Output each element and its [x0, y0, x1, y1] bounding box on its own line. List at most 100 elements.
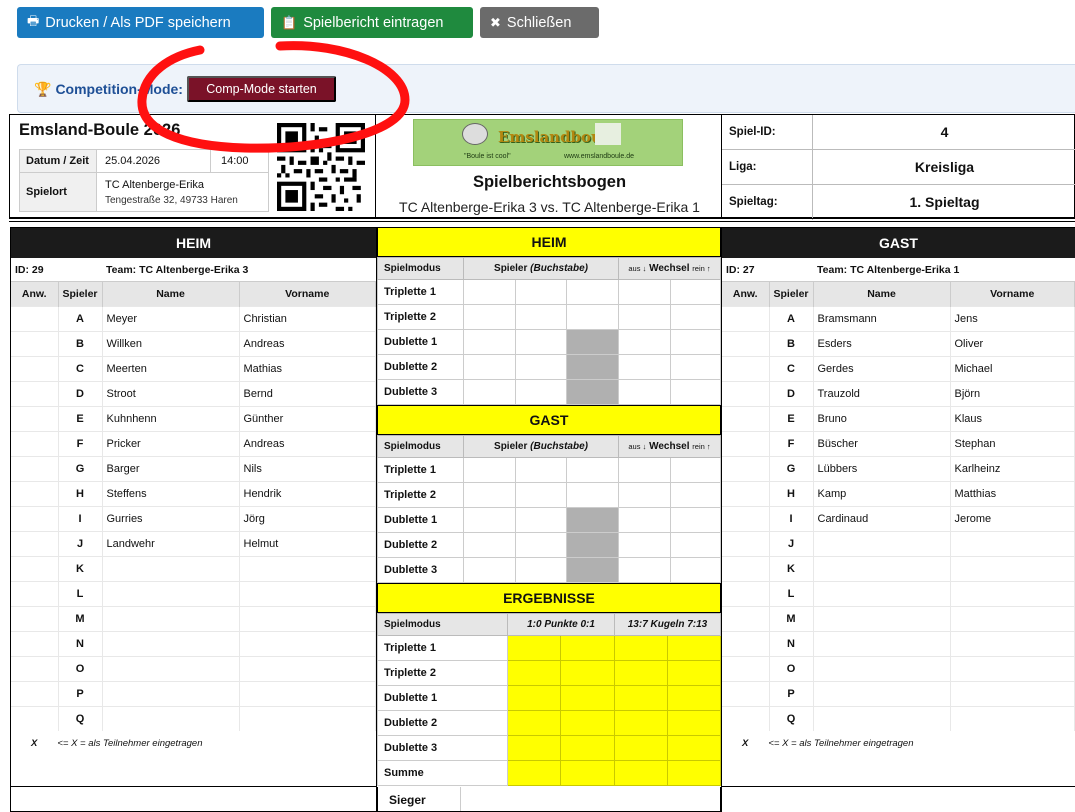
presence-cell[interactable]: [722, 330, 770, 356]
points-guest-cell[interactable]: [560, 635, 615, 661]
presence-cell[interactable]: [11, 380, 59, 406]
presence-cell[interactable]: [722, 555, 770, 581]
player-cell[interactable]: [463, 304, 516, 330]
player-cell[interactable]: [463, 279, 516, 305]
presence-cell[interactable]: [722, 480, 770, 506]
player-cell[interactable]: [565, 457, 620, 483]
presence-cell[interactable]: [11, 530, 59, 556]
player-cell[interactable]: [515, 457, 567, 483]
presence-cell[interactable]: [11, 505, 59, 531]
points-home-cell[interactable]: [507, 735, 561, 761]
player-cell[interactable]: [463, 532, 516, 558]
player-cell[interactable]: [515, 532, 567, 558]
player-cell[interactable]: [515, 379, 567, 405]
balls-home-cell[interactable]: [614, 760, 668, 786]
comp-mode-start-button[interactable]: Comp-Mode starten: [187, 76, 336, 102]
presence-cell[interactable]: [11, 630, 59, 656]
presence-cell[interactable]: [11, 305, 59, 331]
sub-in-cell[interactable]: [670, 379, 721, 405]
sub-out-cell[interactable]: [618, 457, 672, 483]
sub-out-cell[interactable]: [618, 354, 672, 380]
points-guest-cell[interactable]: [560, 710, 615, 736]
presence-cell[interactable]: [722, 630, 770, 656]
balls-home-cell[interactable]: [614, 660, 668, 686]
presence-cell[interactable]: [11, 705, 59, 731]
presence-cell[interactable]: [722, 680, 770, 706]
presence-cell[interactable]: [11, 330, 59, 356]
presence-cell[interactable]: [722, 355, 770, 381]
close-button[interactable]: ✖ Schließen: [480, 7, 599, 38]
presence-cell[interactable]: [722, 430, 770, 456]
presence-cell[interactable]: [722, 505, 770, 531]
balls-guest-cell[interactable]: [667, 760, 721, 786]
player-cell[interactable]: [565, 482, 620, 508]
player-cell[interactable]: [463, 354, 516, 380]
balls-guest-cell[interactable]: [667, 685, 721, 711]
sub-out-cell[interactable]: [618, 482, 672, 508]
player-cell[interactable]: [463, 329, 516, 355]
sub-in-cell[interactable]: [670, 532, 721, 558]
balls-home-cell[interactable]: [614, 635, 668, 661]
sub-out-cell[interactable]: [618, 279, 672, 305]
sub-in-cell[interactable]: [670, 507, 721, 533]
presence-cell[interactable]: [11, 480, 59, 506]
player-cell[interactable]: [515, 304, 567, 330]
presence-cell[interactable]: [11, 455, 59, 481]
presence-cell[interactable]: [722, 580, 770, 606]
points-home-cell[interactable]: [507, 685, 561, 711]
sub-out-cell[interactable]: [618, 557, 672, 583]
sub-in-cell[interactable]: [670, 457, 721, 483]
presence-cell[interactable]: [11, 580, 59, 606]
presence-cell[interactable]: [722, 655, 770, 681]
balls-home-cell[interactable]: [614, 710, 668, 736]
presence-cell[interactable]: [11, 605, 59, 631]
presence-cell[interactable]: [11, 430, 59, 456]
player-cell[interactable]: [463, 557, 516, 583]
player-cell[interactable]: [515, 482, 567, 508]
player-cell[interactable]: [565, 279, 620, 305]
player-cell[interactable]: [515, 507, 567, 533]
player-cell[interactable]: [515, 557, 567, 583]
balls-guest-cell[interactable]: [667, 735, 721, 761]
sub-out-cell[interactable]: [618, 304, 672, 330]
points-home-cell[interactable]: [507, 760, 561, 786]
points-home-cell[interactable]: [507, 635, 561, 661]
sub-out-cell[interactable]: [618, 507, 672, 533]
balls-home-cell[interactable]: [614, 735, 668, 761]
presence-cell[interactable]: [11, 680, 59, 706]
presence-cell[interactable]: [722, 380, 770, 406]
print-pdf-button[interactable]: 🖶 Drucken / Als PDF speichern: [17, 7, 264, 38]
points-guest-cell[interactable]: [560, 735, 615, 761]
enter-report-button[interactable]: 📋 Spielbericht eintragen: [271, 7, 473, 38]
sub-in-cell[interactable]: [670, 304, 721, 330]
sub-in-cell[interactable]: [670, 557, 721, 583]
sub-in-cell[interactable]: [670, 279, 721, 305]
balls-guest-cell[interactable]: [667, 710, 721, 736]
presence-cell[interactable]: [722, 405, 770, 431]
presence-cell[interactable]: [722, 530, 770, 556]
balls-home-cell[interactable]: [614, 685, 668, 711]
points-guest-cell[interactable]: [560, 685, 615, 711]
presence-cell[interactable]: [722, 305, 770, 331]
winner-cell[interactable]: [460, 787, 461, 811]
player-cell[interactable]: [515, 279, 567, 305]
presence-cell[interactable]: [11, 405, 59, 431]
points-guest-cell[interactable]: [560, 660, 615, 686]
player-cell[interactable]: [515, 354, 567, 380]
presence-cell[interactable]: [722, 705, 770, 731]
sub-in-cell[interactable]: [670, 329, 721, 355]
player-cell[interactable]: [463, 507, 516, 533]
player-cell[interactable]: [565, 304, 620, 330]
points-home-cell[interactable]: [507, 710, 561, 736]
balls-guest-cell[interactable]: [667, 635, 721, 661]
presence-cell[interactable]: [722, 455, 770, 481]
sub-out-cell[interactable]: [618, 379, 672, 405]
presence-cell[interactable]: [11, 355, 59, 381]
points-home-cell[interactable]: [507, 660, 561, 686]
presence-cell[interactable]: [722, 605, 770, 631]
player-cell[interactable]: [463, 379, 516, 405]
sub-out-cell[interactable]: [618, 532, 672, 558]
balls-guest-cell[interactable]: [667, 660, 721, 686]
presence-cell[interactable]: [11, 655, 59, 681]
sub-in-cell[interactable]: [670, 354, 721, 380]
